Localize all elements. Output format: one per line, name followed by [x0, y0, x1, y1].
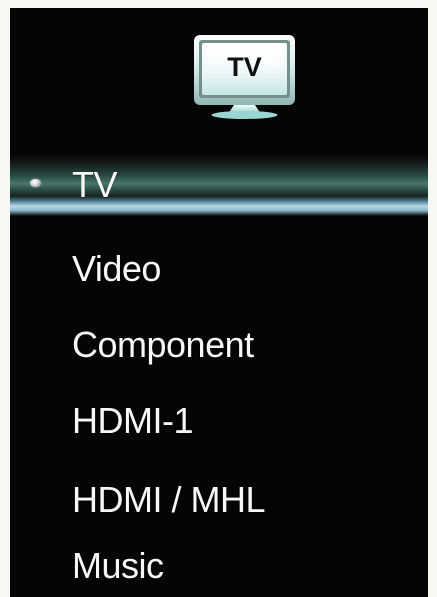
source-item-label: TV: [72, 164, 118, 205]
source-menu-panel: TV TV Video Component HDMI-1 HDMI / MHL …: [10, 8, 428, 597]
source-item-tv[interactable]: TV: [10, 154, 428, 216]
source-item-label: HDMI / MHL: [72, 479, 266, 520]
source-item-label: Music: [72, 545, 164, 586]
source-item-music[interactable]: Music: [10, 535, 428, 597]
source-item-hdmi-1[interactable]: HDMI-1: [10, 390, 428, 452]
source-item-hdmi-mhl[interactable]: HDMI / MHL: [10, 469, 428, 531]
source-item-label: Video: [72, 248, 161, 289]
source-item-component[interactable]: Component: [10, 314, 428, 376]
selection-bullet-icon: [30, 179, 41, 187]
source-item-video[interactable]: Video: [10, 238, 428, 300]
tv-icon-label: TV: [227, 52, 262, 82]
tv-icon: TV: [194, 35, 295, 119]
source-item-label: Component: [72, 324, 254, 365]
source-item-label: HDMI-1: [72, 400, 194, 441]
